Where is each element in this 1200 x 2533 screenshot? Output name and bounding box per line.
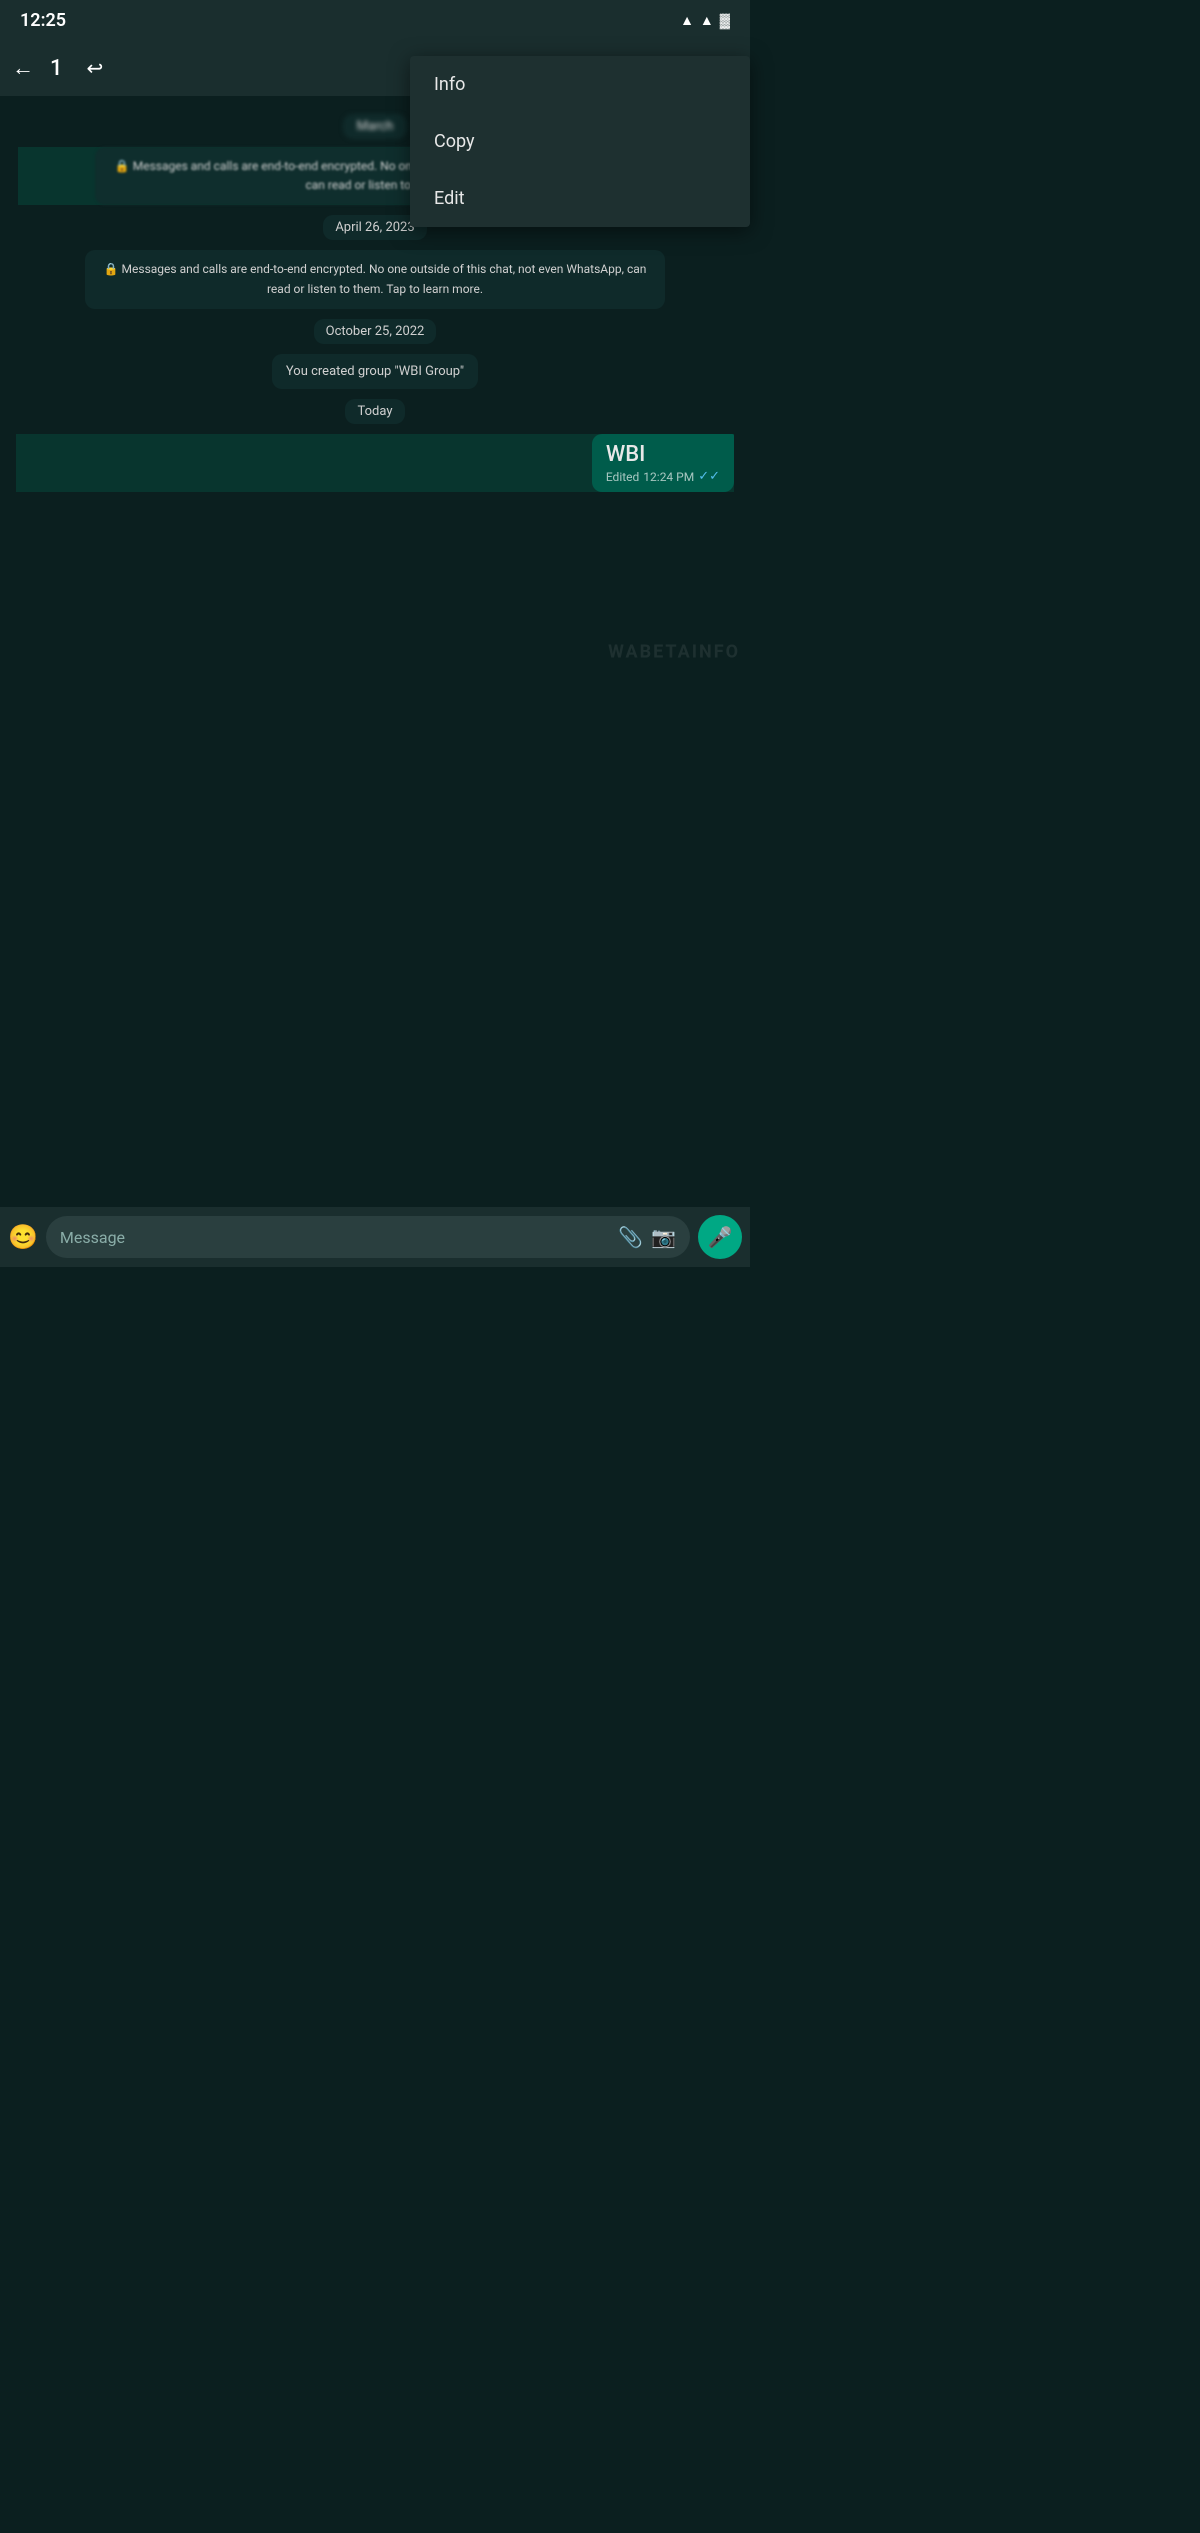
message-meta-wbi: Edited 12:24 PM ✓✓ bbox=[606, 469, 720, 484]
watermark: WABETAINFO bbox=[608, 641, 740, 662]
status-time: 12:25 bbox=[20, 10, 66, 31]
input-bar: 😊 Message 📎 📷 🎤 bbox=[0, 1207, 750, 1267]
signal-icon: ▲ bbox=[700, 12, 714, 29]
message-read-icon: ✓✓ bbox=[698, 469, 720, 484]
context-menu: Info Copy Edit bbox=[410, 56, 750, 227]
wifi-icon: ▲ bbox=[680, 12, 694, 29]
attach-button[interactable]: 📎 bbox=[618, 1225, 643, 1249]
message-text-wbi: WBI bbox=[606, 442, 720, 467]
mic-icon: 🎤 bbox=[708, 1225, 733, 1249]
context-menu-edit[interactable]: Edit bbox=[410, 170, 750, 227]
emoji-button[interactable]: 😊 bbox=[8, 1223, 38, 1251]
message-time: 12:24 PM bbox=[643, 470, 694, 484]
back-button[interactable]: ← bbox=[12, 55, 34, 81]
outgoing-message-wbi: WBI Edited 12:24 PM ✓✓ bbox=[16, 434, 734, 492]
status-bar: 12:25 ▲ ▲ ▓ bbox=[0, 0, 750, 40]
date-oct25: October 25, 2022 bbox=[8, 319, 742, 344]
system-message-group-created: You created group "WBI Group" bbox=[28, 354, 722, 390]
chat-area: March 🔒 Messages and calls are end-to-en… bbox=[0, 96, 750, 1207]
mic-button[interactable]: 🎤 bbox=[698, 1215, 742, 1259]
message-edited-label: Edited bbox=[606, 470, 639, 484]
context-menu-info[interactable]: Info bbox=[410, 56, 750, 113]
context-menu-copy[interactable]: Copy bbox=[410, 113, 750, 170]
message-input-field[interactable]: Message 📎 📷 bbox=[46, 1216, 690, 1258]
selected-count: 1 bbox=[50, 56, 63, 81]
reply-button[interactable]: ↩ bbox=[87, 56, 104, 80]
encryption-notice-2: 🔒 Messages and calls are end-to-end encr… bbox=[18, 250, 732, 308]
camera-button[interactable]: 📷 bbox=[651, 1225, 676, 1249]
date-today: Today bbox=[8, 399, 742, 424]
message-placeholder: Message bbox=[60, 1228, 610, 1247]
status-icons: ▲ ▲ ▓ bbox=[680, 12, 730, 29]
battery-icon: ▓ bbox=[720, 12, 730, 29]
